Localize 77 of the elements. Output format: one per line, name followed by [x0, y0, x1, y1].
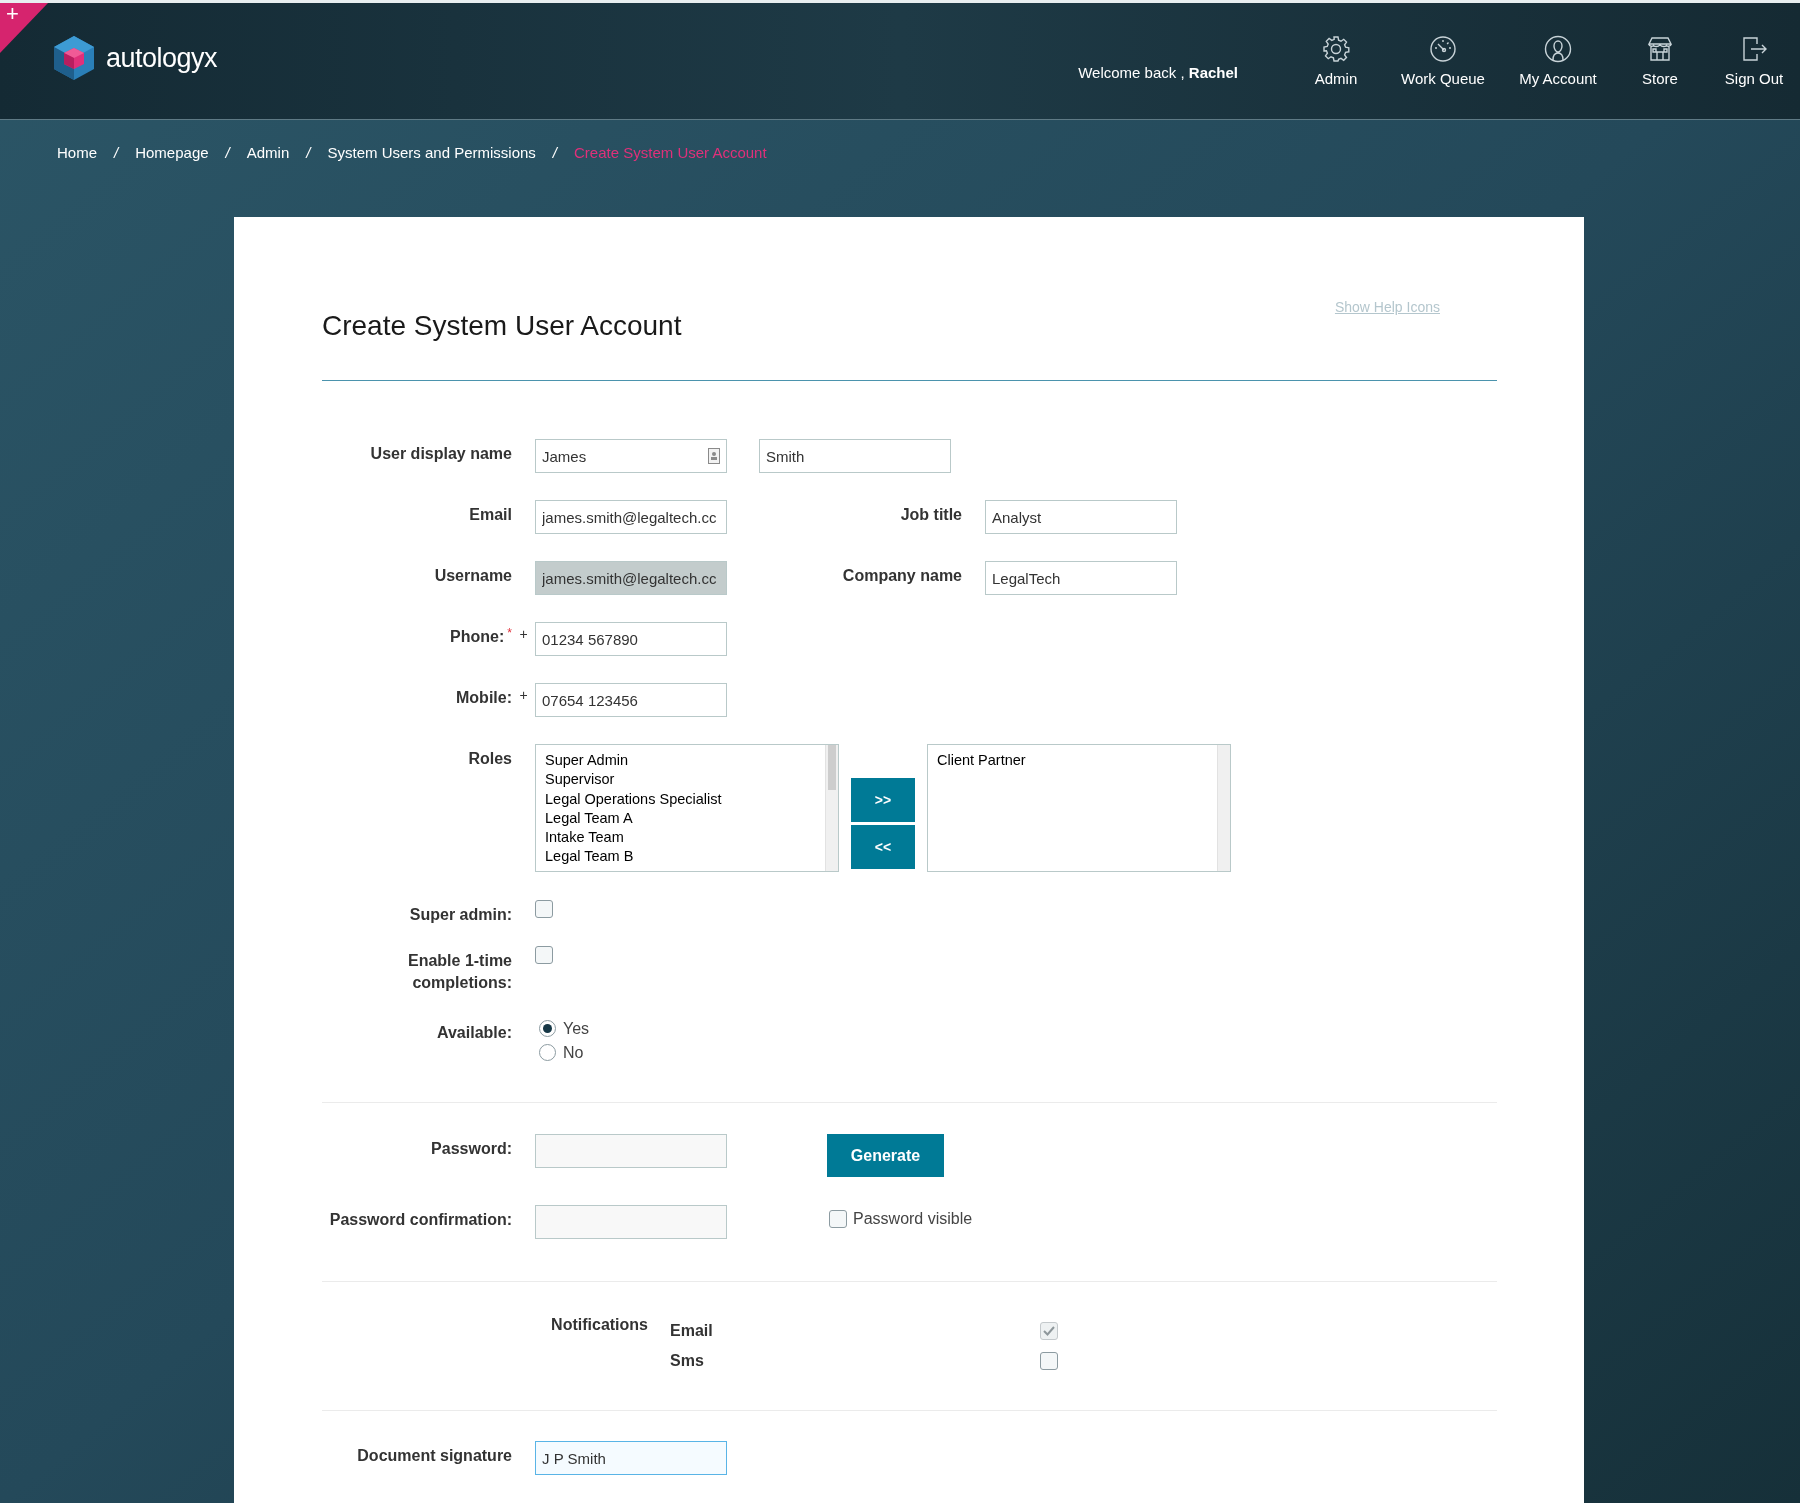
- checkbox[interactable]: [535, 900, 553, 918]
- input-field[interactable]: Smith: [759, 439, 951, 473]
- field-label: Password confirmation:: [328, 1210, 512, 1230]
- field-label: Email: [468, 505, 512, 525]
- radio-option[interactable]: Yes: [539, 1018, 590, 1039]
- input-field[interactable]: [535, 1205, 727, 1239]
- add-button[interactable]: >>: [851, 778, 915, 822]
- breadcrumb-separator: /: [225, 143, 230, 163]
- scrollbar[interactable]: [1217, 745, 1230, 871]
- nav-link[interactable]: Work Queue: [1382, 35, 1504, 91]
- checkbox[interactable]: [535, 946, 553, 964]
- prefix-text: +: [518, 686, 529, 705]
- list-option[interactable]: Legal Team A: [545, 808, 825, 829]
- input-field[interactable]: 01234 567890: [535, 622, 727, 656]
- radio-option[interactable]: No: [539, 1042, 590, 1063]
- input-field[interactable]: 07654 123456: [535, 683, 727, 717]
- store-icon: [1646, 35, 1674, 64]
- breadcrumb-link[interactable]: System Users and Permissions: [327, 142, 536, 165]
- logo-icon: [52, 34, 96, 82]
- listbox[interactable]: Client Partner: [927, 744, 1231, 872]
- scrollbar[interactable]: [825, 745, 838, 871]
- person-icon: [1544, 35, 1572, 64]
- input-field[interactable]: james.smith@legaltech.cc: [535, 500, 727, 534]
- list-option[interactable]: Legal Operations Specialist: [545, 789, 825, 809]
- exit-icon: [1740, 35, 1768, 64]
- radio-button[interactable]: [539, 1044, 556, 1061]
- field-label: Company name: [841, 566, 962, 586]
- breadcrumb-separator: /: [306, 143, 311, 163]
- prefix-text: +: [518, 625, 529, 644]
- required-mark: *: [507, 626, 512, 642]
- field-label: Mobile:: [456, 688, 512, 708]
- input-field[interactable]: James: [535, 439, 727, 473]
- breadcrumb-separator: /: [552, 143, 558, 163]
- field-label: Job title: [899, 505, 962, 525]
- list-option[interactable]: Supervisor: [545, 770, 825, 790]
- nav-link[interactable]: Store: [1612, 35, 1708, 91]
- list-option[interactable]: Legal Team B: [545, 847, 825, 867]
- gauge-icon: [1429, 35, 1457, 64]
- checkbox[interactable]: [829, 1210, 847, 1228]
- field-label: User display name: [369, 444, 512, 464]
- field-label: Phone:: [450, 627, 505, 647]
- checkbox[interactable]: [1040, 1352, 1058, 1370]
- radio-button[interactable]: [539, 1020, 556, 1037]
- field-label: Username: [433, 566, 512, 586]
- listbox[interactable]: Super Admin Supervisor Legal Operations Specialist Legal Team A Intake Team Legal Team B: [535, 744, 839, 872]
- nav-link[interactable]: Sign Out: [1708, 35, 1800, 91]
- field-label: Available:: [436, 1023, 512, 1043]
- field-label: Roles: [467, 749, 512, 769]
- option-label: Sms: [670, 1351, 705, 1371]
- field-label: Password:: [430, 1139, 512, 1159]
- welcome-text: Welcome back , Rachel: [1078, 62, 1238, 83]
- input-field[interactable]: [535, 1134, 727, 1168]
- nav-link[interactable]: Admin: [1290, 35, 1382, 91]
- section-label: Notifications: [550, 1315, 648, 1335]
- radio-label: Yes: [563, 1019, 590, 1039]
- input-field[interactable]: Analyst: [985, 500, 1177, 534]
- contact-card-icon: [708, 448, 720, 464]
- nav-link[interactable]: My Account: [1504, 35, 1612, 91]
- list-option[interactable]: Client Partner: [937, 751, 1217, 771]
- radio-label: No: [563, 1043, 584, 1063]
- generate-button[interactable]: Generate: [827, 1134, 944, 1177]
- list-option[interactable]: Intake Team: [545, 828, 825, 848]
- breadcrumb-link[interactable]: Homepage: [135, 142, 209, 165]
- input-field[interactable]: J P Smith: [535, 1441, 727, 1475]
- page-title: Create System User Account: [322, 309, 682, 343]
- breadcrumb-separator: /: [114, 143, 119, 163]
- logo-text: autologyx: [106, 41, 218, 75]
- option-label: Email: [670, 1321, 714, 1341]
- field-label: Enable 1-time completions:: [406, 951, 512, 993]
- remove-button[interactable]: <<: [851, 825, 915, 869]
- list-option[interactable]: Super Admin: [545, 751, 825, 771]
- breadcrumb-link[interactable]: Admin: [246, 142, 290, 165]
- breadcrumb-link[interactable]: Home: [57, 142, 97, 165]
- field-label: Document signature: [356, 1446, 512, 1466]
- checkbox-label: Password visible: [853, 1209, 973, 1229]
- gear-icon: [1322, 35, 1350, 64]
- field-label: Super admin:: [408, 905, 512, 925]
